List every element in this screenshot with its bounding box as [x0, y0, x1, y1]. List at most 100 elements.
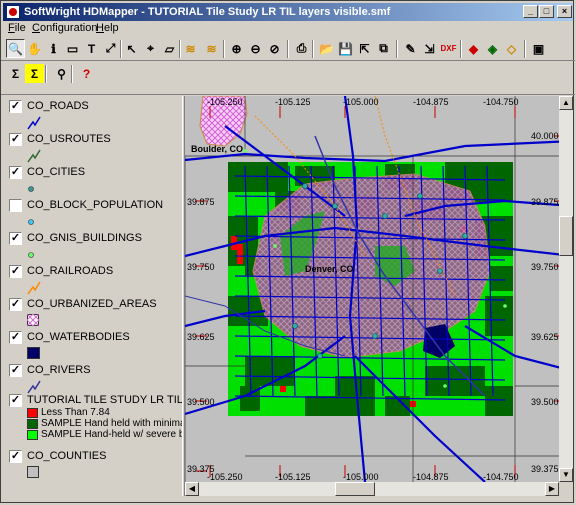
layer-visibility-checkbox[interactable]: ✓: [9, 331, 22, 344]
point-symbol-icon: [28, 219, 34, 225]
title-bar[interactable]: SoftWright HDMapper - TUTORIAL Tile Stud…: [3, 3, 573, 21]
layer-name: CO_USROUTES: [27, 133, 111, 145]
legend-layer-item[interactable]: ✓ CO_RAILROADS: [9, 265, 183, 295]
tile-block-less-than: [237, 244, 243, 264]
longitude-label-bottom: -104.875: [413, 472, 449, 482]
save-icon[interactable]: 💾: [336, 39, 355, 58]
layer-visibility-checkbox[interactable]: ✓: [9, 166, 22, 179]
open-folder-icon[interactable]: 📂: [317, 39, 336, 58]
minimize-button[interactable]: _: [523, 5, 538, 18]
pan-hand-icon[interactable]: ✋: [25, 39, 44, 58]
layer-visibility-checkbox[interactable]: ✓: [9, 298, 22, 311]
map-canvas[interactable]: -105.250 -105.125 -105.000 -104.875 -104.750…: [185, 96, 573, 482]
line-symbol-icon: [27, 380, 41, 394]
layer-name: CO_GNIS_BUILDINGS: [27, 232, 142, 244]
select-point-icon[interactable]: ⌖: [141, 39, 160, 58]
layer-visibility-checkbox[interactable]: ✓: [9, 394, 22, 407]
layer-visibility-checkbox[interactable]: ✓: [9, 364, 22, 377]
vertical-scrollbar[interactable]: ▲ ▼: [559, 96, 573, 482]
legend-layer-item[interactable]: ✓ CO_CITIES: [9, 166, 183, 196]
tile-block-minimal: [305, 396, 335, 416]
layer-visibility-checkbox[interactable]: ✓: [9, 133, 22, 146]
text-tool-icon[interactable]: T: [82, 39, 101, 58]
scroll-right-icon[interactable]: ▶: [545, 482, 559, 496]
layer-visibility-checkbox[interactable]: ✓: [9, 265, 22, 278]
sum-icon[interactable]: Σ: [6, 64, 25, 83]
layer-name: CO_URBANIZED_AREAS: [27, 298, 157, 310]
zoom-in-icon[interactable]: ⊕: [227, 39, 246, 58]
latitude-label-left: 39.375: [187, 464, 215, 474]
city-point: [292, 323, 298, 329]
legend-layer-item[interactable]: ✓ CO_GNIS_BUILDINGS: [9, 232, 183, 262]
sum-highlight-icon[interactable]: Σ: [25, 64, 44, 83]
point-symbol-icon: [28, 186, 34, 192]
tile-block-minimal: [425, 366, 485, 396]
latitude-label-left: 39.500: [187, 397, 215, 407]
scroll-down-icon[interactable]: ▼: [559, 468, 573, 482]
wand-icon[interactable]: ⚲: [52, 64, 71, 83]
zoom-cancel-icon[interactable]: ⊘: [265, 39, 284, 58]
layer-visibility-checkbox[interactable]: ✓: [9, 450, 22, 463]
scroll-up-icon[interactable]: ▲: [559, 96, 573, 110]
city-point: [437, 268, 443, 274]
close-button[interactable]: ×: [557, 5, 572, 18]
legend-layer-item[interactable]: ✓ CO_USROUTES: [9, 133, 183, 163]
latitude-label-left: 39.625: [187, 332, 215, 342]
legend-layer-item[interactable]: CO_BLOCK_POPULATION: [9, 199, 183, 229]
layer-legend-panel: ✓ CO_ROADS ✓ CO_USROUTES ✓ CO_CITIES CO_BLOCK_…: [3, 96, 184, 496]
vertical-scroll-thumb[interactable]: [559, 216, 573, 256]
application-window: SoftWright HDMapper - TUTORIAL Tile Stud…: [0, 0, 575, 503]
layer-visibility-checkbox[interactable]: ✓: [9, 232, 22, 245]
map-view[interactable]: -105.250 -105.125 -105.000 -104.875 -104.750…: [185, 96, 573, 482]
legend-layer-item[interactable]: ✓ CO_ROADS: [9, 100, 183, 130]
menu-help[interactable]: Help: [96, 22, 119, 34]
city-point: [462, 233, 468, 239]
copy-map-icon[interactable]: ⧉: [374, 39, 393, 58]
latitude-label-right: 39.500: [531, 397, 559, 407]
info-icon[interactable]: ℹ: [44, 39, 63, 58]
layer-up-icon[interactable]: ◆: [464, 39, 483, 58]
tile-legend-swatch: [27, 430, 38, 440]
toolbar-separator: [71, 65, 73, 83]
measure-tool-icon[interactable]: ⤢: [101, 39, 120, 58]
building-point: [243, 149, 247, 153]
layer-name: CO_ROADS: [27, 100, 89, 112]
select-arrow-icon[interactable]: ↖: [122, 39, 141, 58]
toolbar-separator: [45, 65, 47, 83]
layer-stack-icon[interactable]: ◈: [483, 39, 502, 58]
line-symbol-icon: [27, 149, 41, 163]
import-icon[interactable]: ⇲: [420, 39, 439, 58]
building-point: [273, 244, 277, 248]
layer-down-icon[interactable]: ◇: [502, 39, 521, 58]
horizontal-scroll-thumb[interactable]: [335, 482, 375, 496]
select-area-icon[interactable]: ▱: [160, 39, 179, 58]
scroll-left-icon[interactable]: ◀: [185, 482, 199, 496]
legend-layer-item[interactable]: ✓ CO_COUNTIES: [9, 450, 183, 480]
longitude-label-top: -104.750: [483, 97, 519, 107]
layers-edit-icon[interactable]: ≋: [202, 39, 221, 58]
dxf-icon[interactable]: DXF: [439, 39, 458, 58]
legend-layer-item[interactable]: ✓ CO_RIVERS: [9, 364, 183, 394]
horizontal-scrollbar[interactable]: ◀ ▶: [185, 482, 559, 496]
layer-visibility-checkbox[interactable]: ✓: [9, 100, 22, 113]
layer-visibility-checkbox[interactable]: [9, 199, 22, 212]
zoom-out-icon[interactable]: ⊖: [246, 39, 265, 58]
legend-layer-item[interactable]: ✓ CO_WATERBODIES: [9, 331, 183, 361]
tile-block-less-than: [280, 386, 286, 392]
city-point: [382, 213, 388, 219]
help-icon[interactable]: ?: [77, 64, 96, 83]
print-icon[interactable]: ⎙: [292, 39, 311, 58]
layers-icon[interactable]: ≋: [181, 39, 200, 58]
edit-properties-icon[interactable]: ✎: [401, 39, 420, 58]
maximize-button[interactable]: □: [539, 5, 554, 18]
zoom-tool-icon[interactable]: 🔍: [6, 39, 25, 58]
app-icon[interactable]: [6, 5, 20, 19]
label-tool-icon[interactable]: ▭: [63, 39, 82, 58]
menu-configuration[interactable]: Configuration: [32, 22, 97, 34]
tile-legend-label: SAMPLE Hand-held w/ severe bo: [41, 429, 184, 440]
export-icon[interactable]: ⇱: [355, 39, 374, 58]
legend-layer-item[interactable]: ✓ CO_URBANIZED_AREAS: [9, 298, 183, 328]
map-window-icon[interactable]: ▣: [529, 39, 548, 58]
toolbar-separator: [524, 40, 526, 58]
menu-file[interactable]: File: [8, 22, 26, 34]
